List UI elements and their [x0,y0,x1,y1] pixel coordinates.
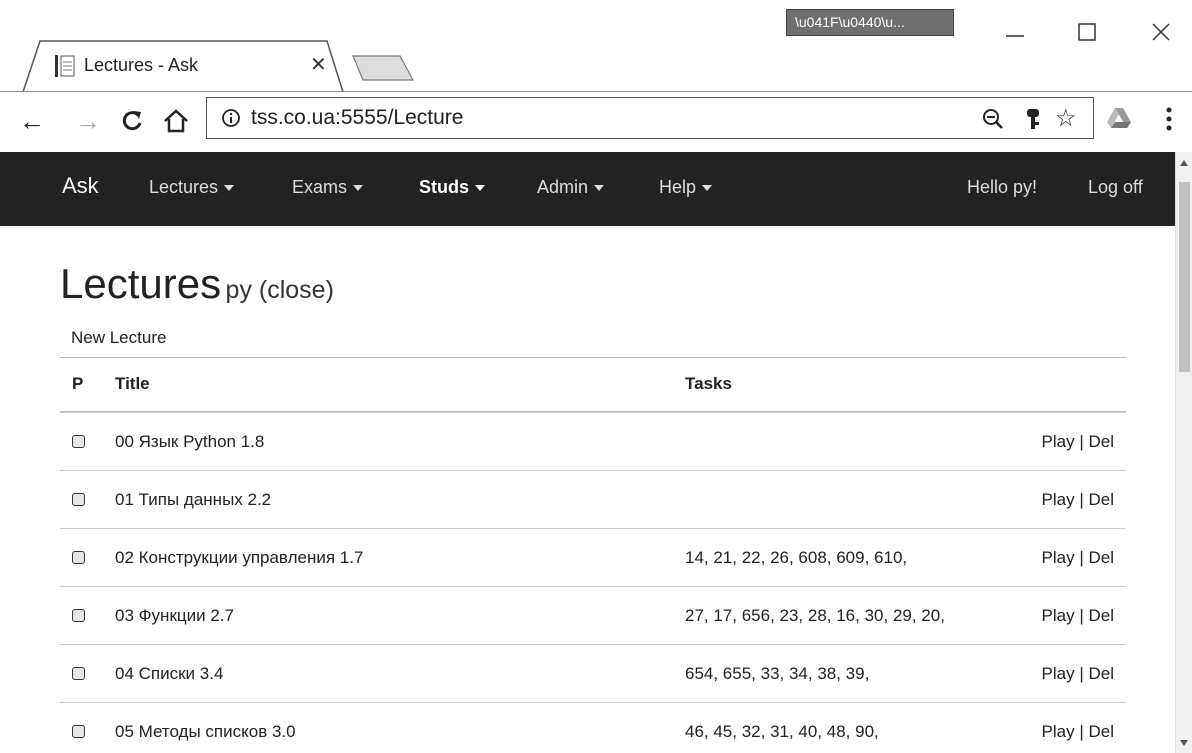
play-link[interactable]: Play [1042,606,1075,625]
browser-toolbar: ← → ☆ [0,92,1192,152]
del-link[interactable]: Del [1088,722,1114,741]
site-navbar: Ask Lectures Exams Studs Admin Help Hell… [0,152,1175,226]
maximize-icon[interactable] [1072,16,1102,46]
caret-down-icon [475,185,486,192]
header-tasks: Tasks [685,374,732,393]
page-title: Lectures py (close) [60,260,334,308]
drive-extension-icon[interactable] [1106,106,1132,130]
del-link[interactable]: Del [1088,606,1114,625]
caret-down-icon [594,185,605,192]
back-arrow-icon[interactable]: ← [16,106,48,136]
key-icon[interactable] [1023,107,1043,131]
row-actions: Play | Del [1041,490,1114,509]
tab-title: Lectures - Ask [84,55,199,75]
nav-admin-dropdown[interactable]: Admin [537,177,605,198]
play-link[interactable]: Play [1042,490,1075,509]
play-link[interactable]: Play [1042,432,1075,451]
menu-kebab-icon[interactable] [1164,104,1174,134]
lecture-title: 05 Методы списков 3.0 [115,722,296,741]
table-row: 03 Функции 2.7 27, 17, 656, 23, 28, 16, … [60,586,1126,644]
header-title: Title [115,374,150,393]
window-close-icon[interactable] [1146,16,1176,46]
caret-down-icon [353,185,364,192]
del-link[interactable]: Del [1088,490,1114,509]
publish-checkbox[interactable] [72,551,85,564]
tab-close-icon[interactable]: ✕ [310,52,327,77]
publish-checkbox[interactable] [72,435,85,448]
user-greeting-link[interactable]: Hello py! [967,177,1037,198]
del-link[interactable]: Del [1088,548,1114,567]
table-header-row: P Title Tasks [60,357,1126,412]
page-viewport: Ask Lectures Exams Studs Admin Help Hell… [0,152,1175,753]
browser-tab[interactable]: Lectures - Ask ✕ [22,40,344,92]
nav-help-dropdown[interactable]: Help [659,177,713,198]
row-actions: Play | Del [1041,722,1114,741]
forward-arrow-icon[interactable]: → [72,106,104,136]
tabstrip-divider [0,91,1192,92]
new-lecture-link[interactable]: New Lecture [71,328,166,348]
info-icon[interactable] [221,108,241,128]
minimize-icon[interactable] [1000,16,1030,46]
page-title-text: Lectures [60,260,222,307]
browser-titlebar: Lectures - Ask ✕ \u041F\u0440\u... [0,0,1192,92]
table-row: 04 Списки 3.4 654, 655, 33, 34, 38, 39, … [60,644,1126,702]
publish-checkbox[interactable] [72,609,85,622]
home-icon[interactable] [160,106,192,136]
table-row: 02 Конструкции управления 1.7 14, 21, 22… [60,528,1126,586]
new-tab-button[interactable] [352,55,414,81]
zoom-icon[interactable] [981,107,1005,131]
lecture-tasks: 14, 21, 22, 26, 608, 609, 610, [685,548,908,567]
publish-checkbox[interactable] [72,667,85,680]
caret-down-icon [224,185,235,192]
table-row: 00 Язык Python 1.8 Play | Del [60,412,1126,470]
url-input[interactable] [251,106,951,130]
play-link[interactable]: Play [1042,664,1075,683]
reload-icon[interactable] [116,106,148,136]
row-actions: Play | Del [1041,664,1114,683]
document-icon [55,55,75,77]
nav-admin-label: Admin [537,177,589,197]
profile-badge[interactable]: \u041F\u0440\u... [786,9,954,36]
table-row: 01 Типы данных 2.2 Play | Del [60,470,1126,528]
play-link[interactable]: Play [1042,722,1075,741]
row-actions: Play | Del [1041,548,1114,567]
lectures-table: P Title Tasks 00 Язык Python 1.8 Play | … [60,357,1126,753]
table-row: 05 Методы списков 3.0 46, 45, 32, 31, 40… [60,702,1126,753]
scroll-up-arrow-icon[interactable] [1180,160,1188,166]
scroll-down-arrow-icon[interactable] [1180,740,1188,746]
scrollbar-thumb[interactable] [1179,182,1190,372]
del-link[interactable]: Del [1088,432,1114,451]
lecture-tasks: 46, 45, 32, 31, 40, 48, 90, [685,722,879,741]
nav-exams-label: Exams [292,177,348,197]
nav-lectures-dropdown[interactable]: Lectures [149,177,235,198]
lecture-tasks: 654, 655, 33, 34, 38, 39, [685,664,870,683]
header-p: P [72,374,84,393]
row-actions: Play | Del [1041,432,1114,451]
bookmark-star-icon[interactable]: ☆ [1055,104,1077,133]
publish-checkbox[interactable] [72,493,85,506]
row-actions: Play | Del [1041,606,1114,625]
lecture-title: 04 Списки 3.4 [115,664,224,683]
nav-exams-dropdown[interactable]: Exams [292,177,364,198]
nav-help-label: Help [659,177,697,197]
lecture-tasks: 27, 17, 656, 23, 28, 16, 30, 29, 20, [685,606,945,625]
lecture-title: 02 Конструкции управления 1.7 [115,548,364,567]
nav-studs-label: Studs [419,177,470,197]
lecture-title: 01 Типы данных 2.2 [115,490,272,509]
course-close-link[interactable]: py (close) [226,276,334,304]
publish-checkbox[interactable] [72,725,85,738]
logoff-link[interactable]: Log off [1088,177,1143,198]
nav-studs-dropdown[interactable]: Studs [419,177,486,198]
caret-down-icon [702,185,713,192]
lecture-title: 03 Функции 2.7 [115,606,234,625]
brand-link[interactable]: Ask [62,173,99,199]
address-bar[interactable]: ☆ [206,97,1094,139]
nav-lectures-label: Lectures [149,177,219,197]
del-link[interactable]: Del [1088,664,1114,683]
play-link[interactable]: Play [1042,548,1075,567]
lecture-title: 00 Язык Python 1.8 [115,432,265,451]
page-scrollbar[interactable] [1175,152,1192,753]
